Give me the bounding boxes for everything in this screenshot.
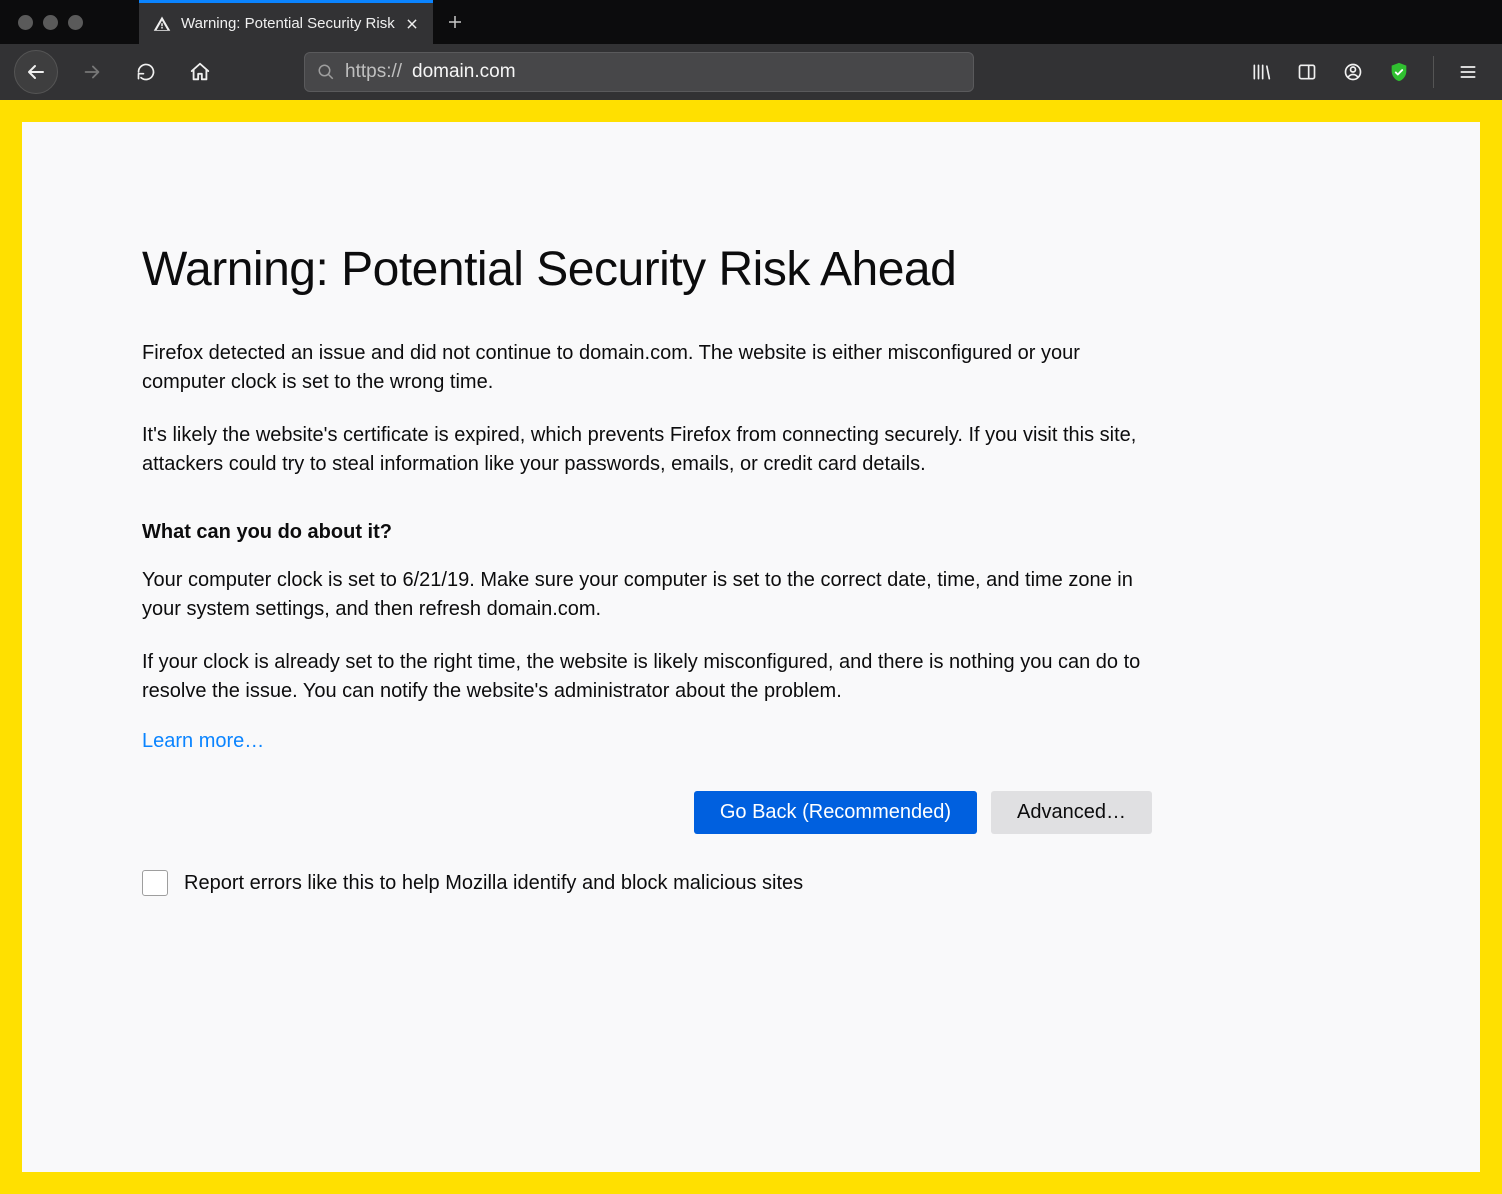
window-close-button[interactable] (18, 15, 33, 30)
tab-active[interactable]: Warning: Potential Security Risk (139, 0, 433, 44)
new-tab-button[interactable] (433, 0, 477, 44)
report-label: Report errors like this to help Mozilla … (184, 872, 803, 895)
reload-icon (136, 62, 156, 82)
page-title: Warning: Potential Security Risk Ahead (142, 242, 1360, 297)
content-frame: Warning: Potential Security Risk Ahead F… (0, 100, 1502, 1194)
library-button[interactable] (1241, 52, 1281, 92)
warning-icon (153, 15, 171, 33)
error-paragraph-1: Firefox detected an issue and did not co… (142, 339, 1152, 397)
button-row: Go Back (Recommended) Advanced… (142, 791, 1152, 834)
library-icon (1251, 62, 1271, 82)
home-icon (189, 61, 211, 83)
sidebar-button[interactable] (1287, 52, 1327, 92)
back-button[interactable] (14, 50, 58, 94)
plus-icon (446, 13, 464, 31)
shield-icon (1388, 61, 1410, 83)
error-page: Warning: Potential Security Risk Ahead F… (22, 122, 1480, 1172)
url-host: domain.com (412, 61, 516, 83)
window-zoom-button[interactable] (68, 15, 83, 30)
advanced-button[interactable]: Advanced… (991, 791, 1152, 834)
report-row: Report errors like this to help Mozilla … (142, 870, 1360, 896)
navbar: https:// domain.com (0, 44, 1502, 100)
error-paragraph-4: If your clock is already set to the righ… (142, 648, 1152, 706)
hamburger-icon (1458, 62, 1478, 82)
arrow-left-icon (24, 60, 48, 84)
go-back-button[interactable]: Go Back (Recommended) (694, 791, 977, 834)
window-minimize-button[interactable] (43, 15, 58, 30)
app-menu-button[interactable] (1448, 52, 1488, 92)
sidebar-icon (1297, 62, 1317, 82)
close-tab-icon[interactable] (405, 17, 419, 31)
toolbar-separator (1433, 56, 1434, 88)
arrow-right-icon (81, 61, 103, 83)
url-scheme: https:// (345, 61, 402, 83)
window-controls (18, 15, 83, 30)
report-checkbox[interactable] (142, 870, 168, 896)
learn-more-link[interactable]: Learn more… (142, 730, 264, 753)
reload-button[interactable] (126, 52, 166, 92)
tab-title: Warning: Potential Security Risk (181, 15, 395, 32)
account-icon (1343, 62, 1363, 82)
account-button[interactable] (1333, 52, 1373, 92)
home-button[interactable] (180, 52, 220, 92)
subheading: What can you do about it? (142, 521, 1360, 544)
titlebar: Warning: Potential Security Risk (0, 0, 1502, 44)
error-paragraph-3: Your computer clock is set to 6/21/19. M… (142, 566, 1152, 624)
search-icon (317, 63, 335, 81)
forward-button (72, 52, 112, 92)
error-paragraph-2: It's likely the website's certificate is… (142, 421, 1152, 479)
protection-button[interactable] (1379, 52, 1419, 92)
url-bar[interactable]: https:// domain.com (304, 52, 974, 92)
toolbar-right (1241, 52, 1488, 92)
